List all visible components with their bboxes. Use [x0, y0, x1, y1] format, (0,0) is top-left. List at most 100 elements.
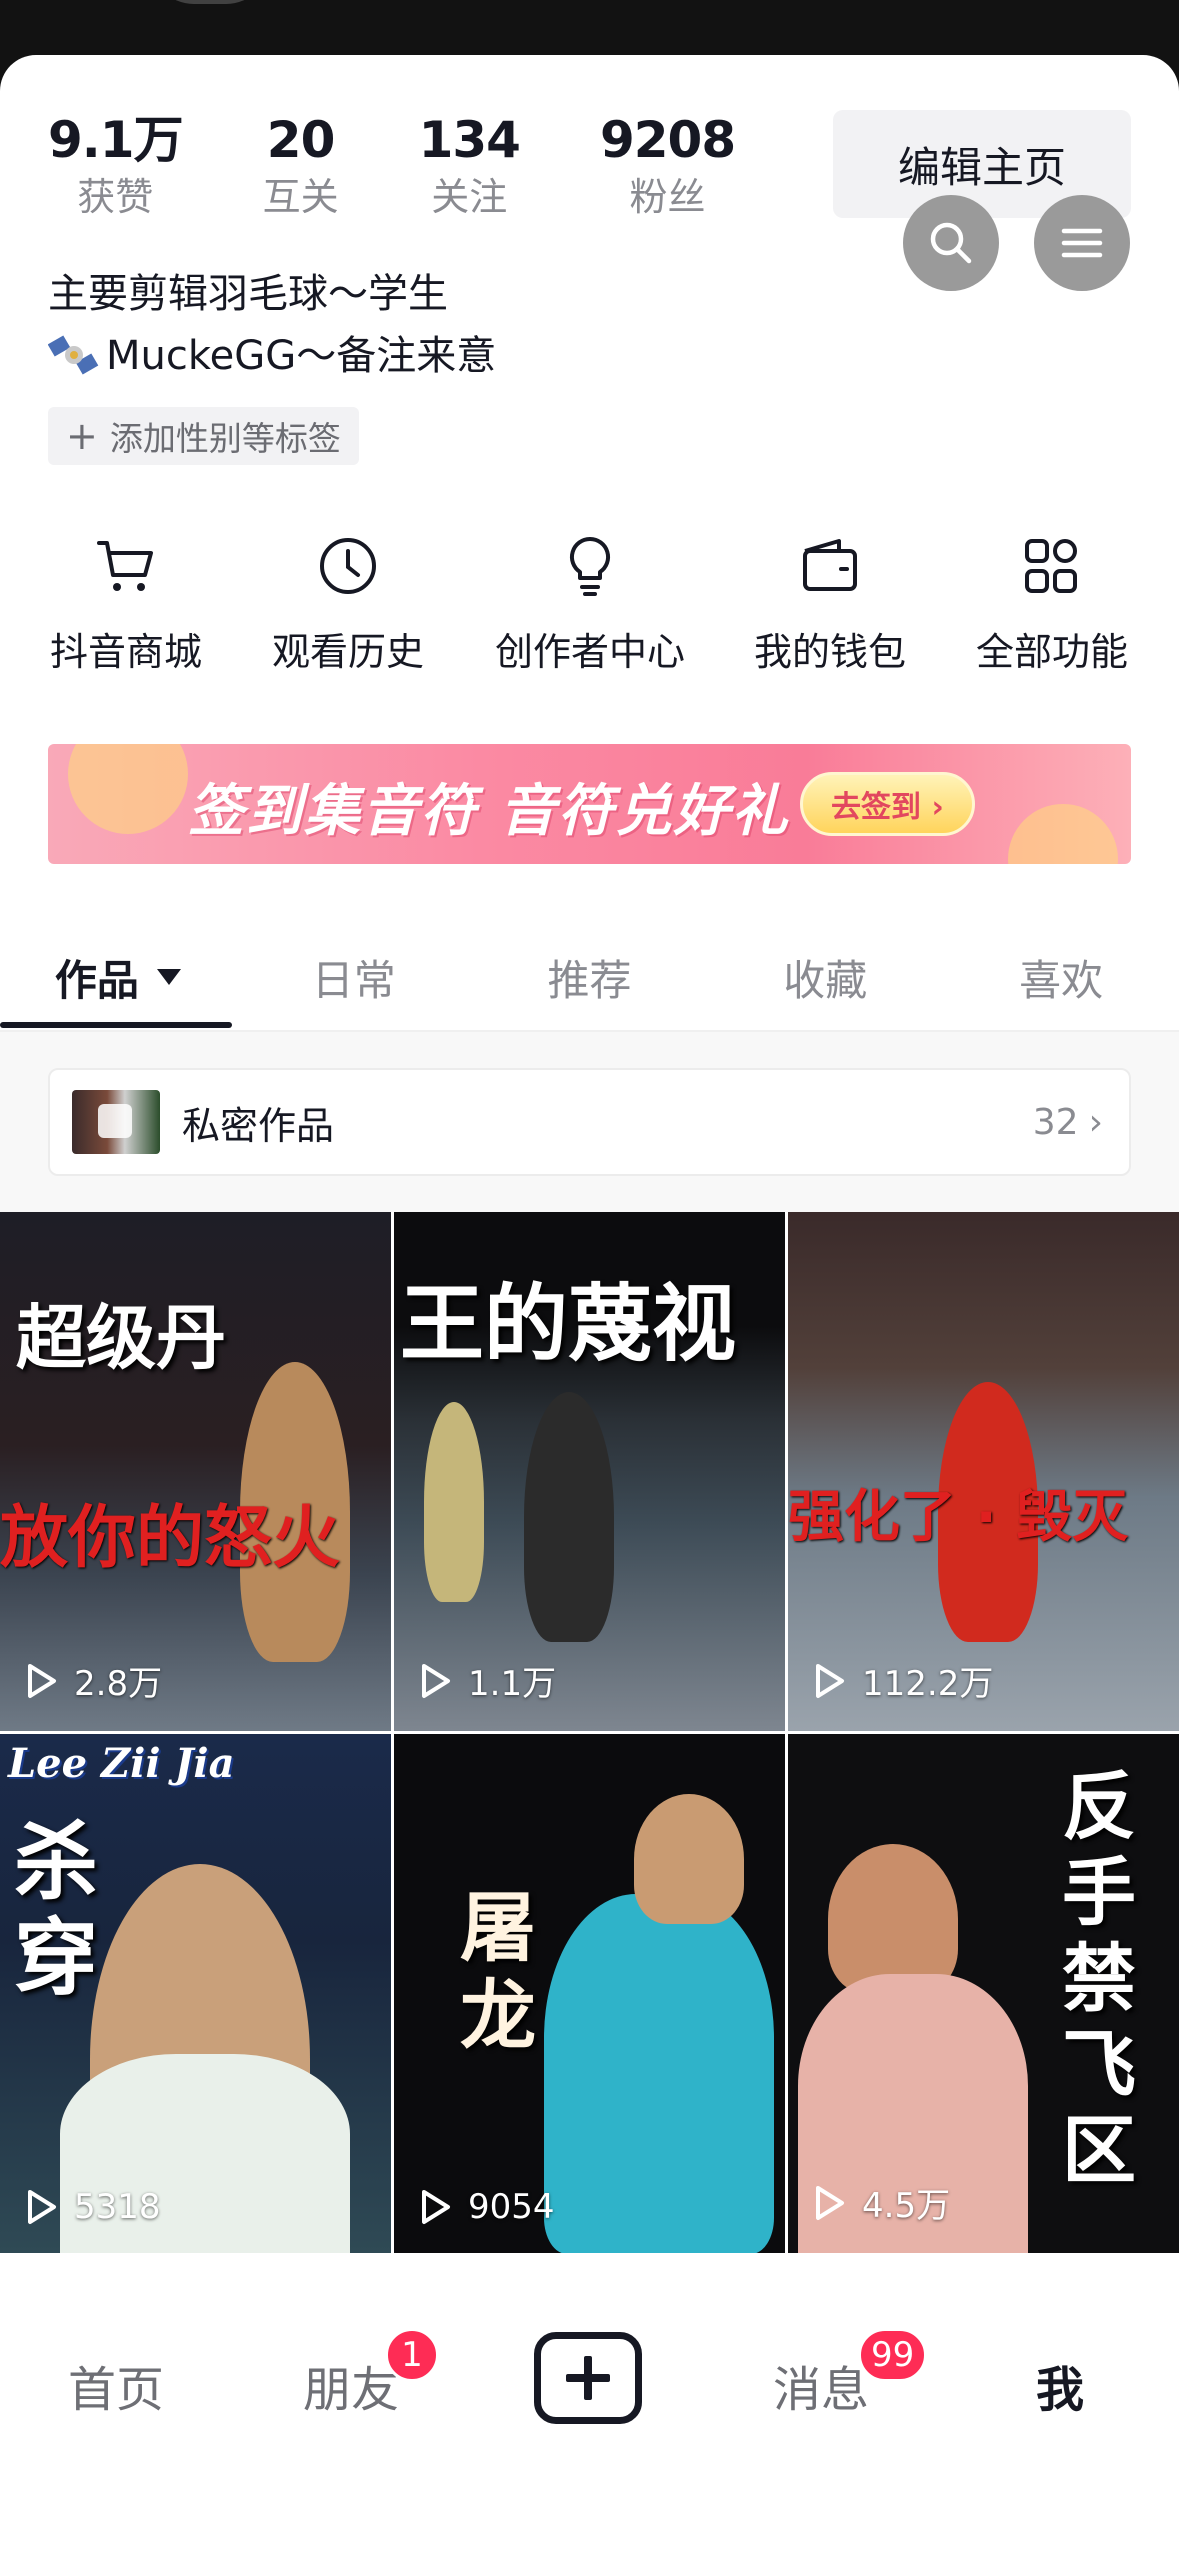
- caret-down-icon[interactable]: [156, 969, 181, 985]
- player-figure: [424, 1402, 484, 1602]
- view-count: 112.2万: [810, 1656, 993, 1705]
- checkin-banner[interactable]: 签到集音符 音符兑好礼 去签到 ›: [48, 744, 1131, 864]
- video-title: 超级丹: [16, 1297, 226, 1379]
- nav-messages[interactable]: 消息: [773, 2350, 869, 2420]
- bio-line-1: 主要剪辑羽毛球～学生: [48, 271, 448, 317]
- add-tag-label: 添加性别等标签: [109, 419, 341, 458]
- quick-features: 抖音商城 观看历史 创作者中心 我的钱包 全部功能: [0, 525, 1179, 725]
- stat-likes[interactable]: 9.1万 获赞: [48, 110, 184, 222]
- banner-text: 签到集音符 音符兑好礼: [188, 779, 790, 844]
- create-button[interactable]: [534, 2332, 642, 2424]
- clock-icon: [320, 538, 376, 594]
- feature-label: 创作者中心: [494, 630, 685, 674]
- bio-line-2: MuckeGG～备注来意: [106, 333, 497, 379]
- menu-icon: [1061, 228, 1103, 258]
- bottom-nav: 首页 朋友 1 消息 99 我: [0, 2270, 1179, 2556]
- feature-creator-center[interactable]: 创作者中心: [480, 525, 700, 676]
- lock-icon: [98, 1104, 132, 1138]
- wallet-icon: [803, 539, 857, 591]
- video-overlay-text: 放你的怒火: [0, 1499, 341, 1578]
- plus-icon: +: [66, 414, 98, 458]
- feature-all[interactable]: 全部功能: [942, 525, 1162, 676]
- video-grid: 超级丹 放你的怒火 2.8万 王的蔑视 1.1万 强化了 · 毁灭 112.2万…: [0, 1212, 1179, 2256]
- video-thumbnail[interactable]: 超级丹 放你的怒火 2.8万: [0, 1212, 391, 1731]
- stat-value: 9208: [599, 111, 736, 169]
- stat-label: 粉丝: [629, 175, 706, 219]
- player-figure: [524, 1392, 614, 1642]
- bulb-icon: [569, 536, 611, 596]
- messages-badge: 99: [858, 2328, 928, 2382]
- private-works-thumbnail: [72, 1090, 160, 1154]
- video-thumbnail[interactable]: 反手禁飞区 4.5万: [788, 1734, 1179, 2253]
- grid-icon: [1025, 539, 1077, 593]
- view-count-value: 2.8万: [74, 1664, 163, 1704]
- play-icon: [422, 2190, 450, 2224]
- checkin-button[interactable]: 去签到 ›: [800, 772, 975, 836]
- menu-button[interactable]: [1034, 195, 1130, 291]
- nav-me[interactable]: 我: [1036, 2350, 1084, 2420]
- play-icon: [28, 2190, 56, 2224]
- view-count: 1.1万: [416, 1656, 556, 1705]
- private-works-count: 32: [1032, 1101, 1079, 1143]
- video-title: 杀穿: [14, 1813, 99, 2007]
- stat-mutual[interactable]: 20 互关: [263, 110, 339, 222]
- search-button[interactable]: [903, 195, 999, 291]
- stat-followers[interactable]: 9208 粉丝: [599, 110, 736, 222]
- feature-label: 观看历史: [271, 630, 424, 674]
- player-head: [828, 1844, 958, 1994]
- view-count-value: 4.5万: [862, 2186, 951, 2226]
- private-works-label: 私密作品: [182, 1103, 335, 1148]
- friends-badge: 1: [385, 2328, 439, 2382]
- private-works-row[interactable]: 私密作品 32 ›: [48, 1068, 1131, 1176]
- status-area: [0, 0, 1179, 60]
- plus-icon-vertical: [584, 2356, 592, 2400]
- tab-favorites[interactable]: 收藏: [707, 937, 943, 1017]
- stat-label: 关注: [431, 175, 508, 219]
- video-title: 反手禁飞区: [1062, 1764, 1136, 2194]
- search-icon: [930, 222, 972, 264]
- stat-label: 获赞: [77, 175, 154, 219]
- play-icon: [28, 1663, 56, 1698]
- add-tag-button[interactable]: + 添加性别等标签: [48, 407, 359, 465]
- view-count: 9054: [416, 2187, 555, 2227]
- stat-following[interactable]: 134 关注: [418, 110, 521, 222]
- stat-value: 134: [418, 111, 521, 169]
- view-count-value: 112.2万: [862, 1664, 994, 1704]
- video-overlay-text: 强化了 · 毁灭: [788, 1485, 1129, 1550]
- tab-works[interactable]: 作品: [0, 937, 236, 1017]
- feature-shop[interactable]: 抖音商城: [16, 525, 236, 676]
- feature-history[interactable]: 观看历史: [238, 525, 458, 676]
- player-head: [634, 1794, 744, 1924]
- view-count-value: 9054: [468, 2187, 555, 2227]
- stat-label: 互关: [262, 175, 339, 219]
- play-icon: [816, 2185, 844, 2220]
- view-count-value: 5318: [74, 2187, 161, 2227]
- avatar-edge: [150, 0, 270, 4]
- video-tag-text: Lee Zii Jia: [8, 1740, 235, 1787]
- video-thumbnail[interactable]: 王的蔑视 1.1万: [394, 1212, 785, 1731]
- profile-stats: 9.1万 获赞 20 互关 134 关注 9208 粉丝: [48, 110, 815, 222]
- video-title: 屠龙: [460, 1883, 536, 2060]
- view-count-value: 1.1万: [468, 1664, 557, 1704]
- nav-home[interactable]: 首页: [68, 2350, 164, 2420]
- bio-line-2-row: MuckeGG～备注来意: [48, 325, 496, 387]
- banner-decoration: [68, 744, 188, 834]
- chevron-right-icon: ›: [1088, 1101, 1103, 1143]
- satellite-emoji-icon: [48, 335, 99, 375]
- tab-likes[interactable]: 喜欢: [943, 937, 1179, 1017]
- tab-recommend[interactable]: 推荐: [472, 937, 708, 1017]
- play-icon: [422, 1663, 450, 1698]
- feature-label: 全部功能: [975, 630, 1128, 674]
- video-thumbnail[interactable]: Lee Zii Jia 杀穿 5318: [0, 1734, 391, 2253]
- video-thumbnail[interactable]: 屠龙 9054: [394, 1734, 785, 2253]
- video-title: 王的蔑视: [400, 1275, 737, 1373]
- feature-wallet[interactable]: 我的钱包: [720, 525, 940, 676]
- video-thumbnail[interactable]: 强化了 · 毁灭 112.2万: [788, 1212, 1179, 1731]
- stat-value: 20: [266, 111, 336, 169]
- tab-daily[interactable]: 日常: [236, 937, 472, 1017]
- stat-value: 9.1万: [48, 111, 184, 169]
- play-icon: [816, 1663, 844, 1698]
- view-count: 2.8万: [22, 1656, 162, 1705]
- active-tab-indicator: [0, 1022, 232, 1028]
- tab-label: 作品: [54, 955, 139, 1005]
